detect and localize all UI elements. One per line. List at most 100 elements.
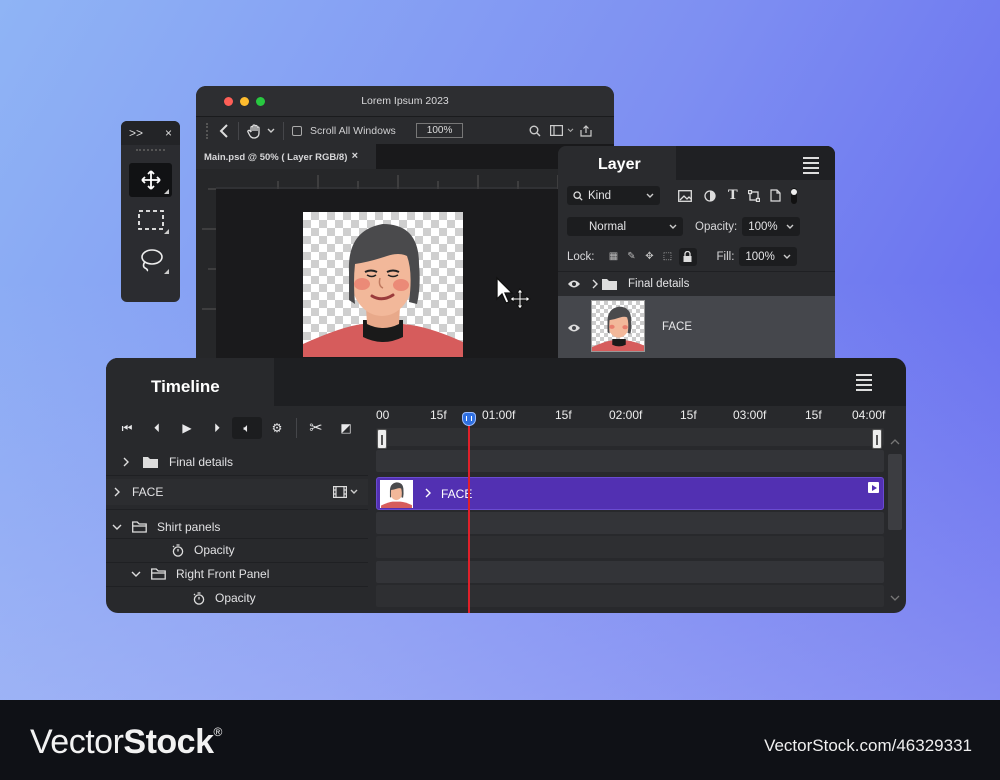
image-filter-icon[interactable] xyxy=(678,189,692,202)
close-tab-button[interactable]: × xyxy=(352,150,358,162)
layer-row-selected[interactable]: FACE xyxy=(558,296,835,358)
clip-end-play-icon[interactable] xyxy=(868,482,879,493)
layer-label: FACE xyxy=(132,485,164,499)
settings-gear-icon[interactable]: ⚙ xyxy=(262,421,292,435)
marquee-tool-button[interactable] xyxy=(129,203,172,237)
workspace-icon[interactable] xyxy=(550,125,563,136)
filter-toggle[interactable] xyxy=(790,187,797,204)
chevron-right-icon[interactable] xyxy=(592,279,598,289)
play-icon[interactable]: ▶ xyxy=(172,421,202,435)
ruler-label: 01:00f xyxy=(482,408,516,422)
chevron-down-icon[interactable] xyxy=(112,524,122,531)
chevron-down-icon[interactable] xyxy=(888,593,902,603)
track-shirt-panels[interactable] xyxy=(376,512,884,534)
ruler-label: 04:00f xyxy=(852,408,886,422)
work-area-end-handle[interactable] xyxy=(872,429,882,449)
panel-menu-icon[interactable] xyxy=(803,157,819,177)
document-tab-title: Main.psd @ 50% ( Layer RGB/8) xyxy=(204,152,348,163)
split-scissors-icon[interactable]: ✂ xyxy=(301,418,331,438)
hand-icon[interactable] xyxy=(247,123,263,139)
chevron-down-icon[interactable] xyxy=(131,571,141,578)
timeline-property-opacity[interactable]: Opacity xyxy=(106,538,368,562)
lock-transparency-icon[interactable]: ▦ xyxy=(605,251,623,262)
audio-icon[interactable]: 🔈︎ xyxy=(232,417,262,439)
work-area-bar[interactable] xyxy=(376,428,884,446)
panel-grip[interactable] xyxy=(136,149,165,157)
document-tab[interactable]: Main.psd @ 50% ( Layer RGB/8) × xyxy=(196,144,376,169)
layer-label: Shirt panels xyxy=(157,520,221,534)
lasso-tool-button[interactable] xyxy=(129,243,172,277)
folder-open-icon xyxy=(151,568,166,580)
film-strip-icon[interactable] xyxy=(333,486,347,498)
chevron-right-icon[interactable] xyxy=(123,457,129,467)
layers-tab[interactable]: Layer xyxy=(558,146,676,180)
track-final-details[interactable] xyxy=(376,450,884,472)
chevron-right-icon[interactable] xyxy=(114,487,120,497)
timeline-property-opacity[interactable]: Opacity xyxy=(106,586,368,610)
layer-row[interactable]: Final details xyxy=(558,271,835,295)
timeline-layer-final-details[interactable]: Final details xyxy=(106,450,368,474)
chevron-down-icon[interactable] xyxy=(267,128,275,134)
smart-object-filter-icon[interactable] xyxy=(770,189,781,202)
transition-icon[interactable]: ◩ xyxy=(331,421,361,435)
previous-frame-icon[interactable]: ⏴ xyxy=(142,421,172,436)
lock-paint-icon[interactable]: ✎ xyxy=(623,251,641,262)
type-filter-icon[interactable]: T xyxy=(728,188,738,203)
fill-label: Fill: xyxy=(716,250,735,263)
work-area-start-handle[interactable] xyxy=(377,429,387,449)
layer-thumbnail xyxy=(591,300,645,352)
time-ruler[interactable]: 00 15f 01:00f 15f 02:00f 15f 03:00f 15f … xyxy=(376,408,896,426)
folder-open-icon xyxy=(132,521,147,533)
marquee-icon xyxy=(137,210,164,230)
chevron-down-icon[interactable] xyxy=(350,489,358,495)
lock-all-button[interactable] xyxy=(678,247,697,266)
scrollbar-thumb[interactable] xyxy=(888,454,902,530)
document-window: Lorem Ipsum 2023 Scroll All Windows 100%… xyxy=(196,86,614,376)
back-arrow-icon[interactable] xyxy=(218,123,230,138)
playhead-handle[interactable] xyxy=(462,412,476,426)
toolbar-divider xyxy=(283,121,284,140)
lock-position-icon[interactable]: ✥ xyxy=(641,251,659,262)
close-panel-button[interactable]: × xyxy=(165,126,172,140)
track-opacity[interactable] xyxy=(376,536,884,558)
timeline-layer-shirt-panels[interactable]: Shirt panels xyxy=(106,515,368,539)
timeline-layer-right-front-panel[interactable]: Right Front Panel xyxy=(106,562,368,586)
next-frame-icon[interactable]: ⏵ xyxy=(202,421,232,436)
visibility-eye-icon[interactable] xyxy=(567,323,581,333)
filter-kind-select[interactable]: Kind xyxy=(567,186,660,205)
portrait-thumbnail-icon xyxy=(592,306,644,351)
adjustment-filter-icon[interactable] xyxy=(704,189,716,202)
ruler-label: 00 xyxy=(376,408,390,422)
shape-filter-icon[interactable] xyxy=(747,189,760,202)
stock-url: VectorStock.com/46329331 xyxy=(764,736,972,755)
opacity-field[interactable]: 100% xyxy=(742,217,801,236)
chevron-right-icon[interactable] xyxy=(425,488,431,498)
fill-field[interactable]: 100% xyxy=(739,247,798,266)
search-icon[interactable] xyxy=(529,125,541,137)
face-video-clip[interactable]: FACE xyxy=(376,477,884,510)
lock-artboard-icon[interactable]: ⬚ xyxy=(659,251,677,262)
expand-panel-button[interactable]: >> xyxy=(129,126,143,140)
artboard-canvas[interactable] xyxy=(303,212,463,357)
share-icon[interactable] xyxy=(580,124,592,137)
track-right-front-panel[interactable] xyxy=(376,561,884,583)
woman-portrait-illustration xyxy=(303,224,463,357)
track-area[interactable] xyxy=(376,428,884,613)
track-opacity[interactable] xyxy=(376,585,884,607)
timeline-scrollbar[interactable] xyxy=(888,434,902,609)
chevron-down-icon[interactable] xyxy=(567,128,574,133)
scroll-all-windows-checkbox[interactable] xyxy=(292,125,302,136)
visibility-eye-icon[interactable] xyxy=(567,279,581,289)
timeline-tab[interactable]: Timeline xyxy=(106,358,274,406)
blend-mode-select[interactable]: Normal xyxy=(567,217,683,236)
stopwatch-icon[interactable] xyxy=(172,543,184,557)
go-to-first-frame-icon[interactable]: ⏮ xyxy=(112,421,142,436)
clip-thumbnail xyxy=(380,480,413,508)
zoom-field[interactable]: 100% xyxy=(415,123,464,138)
move-tool-button[interactable] xyxy=(129,163,172,197)
timeline-layer-face[interactable]: FACE xyxy=(106,479,368,505)
playhead-line[interactable] xyxy=(468,420,470,613)
chevron-up-icon[interactable] xyxy=(888,437,902,447)
stopwatch-icon[interactable] xyxy=(193,591,205,605)
panel-menu-icon[interactable] xyxy=(856,374,872,394)
